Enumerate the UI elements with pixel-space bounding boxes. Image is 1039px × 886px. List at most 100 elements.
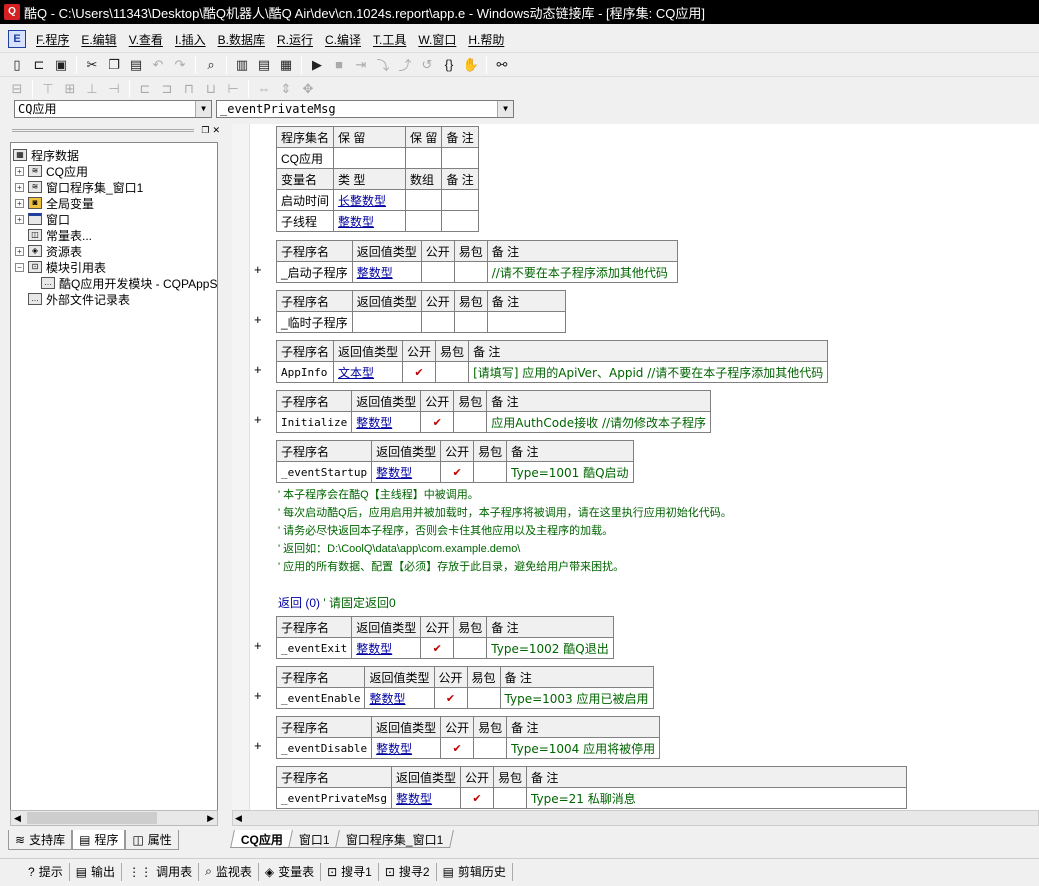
sub-comment-cell[interactable]: Type=1002 酷Q退出 xyxy=(486,637,614,659)
assembly-name-cell[interactable]: CQ应用 xyxy=(275,147,335,169)
stop-icon[interactable]: ■ xyxy=(329,55,349,75)
sub-name-cell[interactable]: AppInfo xyxy=(275,361,335,383)
assembly-select[interactable]: CQ应用 ▼ xyxy=(14,100,212,118)
empty-cell[interactable] xyxy=(453,261,488,283)
scroll-thumb[interactable] xyxy=(27,812,157,824)
sub-comment-cell[interactable]: Type=1003 应用已被启用 xyxy=(499,687,654,709)
tab-properties[interactable]: ◫ 属性 xyxy=(125,830,179,850)
size-both-icon[interactable]: ✥ xyxy=(298,79,318,99)
tree-item-constants[interactable]: ◫ 常量表... xyxy=(28,227,92,243)
public-check[interactable]: ✔ xyxy=(440,461,475,483)
expand-icon[interactable]: + xyxy=(15,214,24,224)
sub-comment-cell[interactable]: 应用AuthCode接收 //请勿修改本子程序 xyxy=(486,411,712,433)
open-folder-icon[interactable]: ⊏ xyxy=(29,55,49,75)
menu-database[interactable]: B.数据库 xyxy=(212,31,271,48)
size-v-icon[interactable]: ⇕ xyxy=(276,79,296,99)
public-check[interactable]: ✔ xyxy=(433,687,468,709)
space-v-icon[interactable]: ⊔ xyxy=(201,79,221,99)
scroll-left-icon[interactable]: ◀ xyxy=(235,813,242,824)
code-comment[interactable]: ' 本子程序会在酷Q【主线程】中被调用。 xyxy=(278,486,479,502)
hint-button[interactable]: ? 提示 xyxy=(22,862,70,881)
binoculars-icon[interactable]: ⚯ xyxy=(492,55,512,75)
sub-type-cell[interactable]: 整数型 xyxy=(371,737,442,759)
scroll-right-icon[interactable]: ▶ xyxy=(207,813,214,824)
copy-icon[interactable]: ❐ xyxy=(104,55,124,75)
return-statement[interactable]: 返回 (0) ' 请固定返回0 xyxy=(278,594,396,611)
expand-plus-icon[interactable]: + xyxy=(254,638,262,653)
subroutine-select[interactable]: _eventPrivateMsg ▼ xyxy=(216,100,514,118)
code-editor[interactable]: 程序集名 保 留 保 留 备 注 CQ应用 变量名 类 型 数组 备 注 启动时… xyxy=(232,124,1039,810)
redo-icon[interactable]: ↷ xyxy=(170,55,190,75)
clip-history-button[interactable]: ▤ 剪辑历史 xyxy=(437,862,513,881)
sub-comment-cell[interactable]: //请不要在本子程序添加其他代码 xyxy=(486,261,678,283)
code-comment[interactable]: ' 每次启动酷Q后，应用启用并被加载时，本子程序将被调用，请在这里执行应用初始化… xyxy=(278,504,732,520)
empty-cell[interactable] xyxy=(486,311,566,333)
menu-view[interactable]: V.查看 xyxy=(123,31,169,48)
space-h-icon[interactable]: ⊓ xyxy=(179,79,199,99)
variables-button[interactable]: ◈ 变量表 xyxy=(259,862,322,881)
sub-name-cell[interactable]: _临时子程序 xyxy=(276,311,353,333)
tree-scrollbar[interactable]: ◀ ▶ xyxy=(10,810,218,826)
public-check[interactable]: ✔ xyxy=(420,411,455,433)
run-icon[interactable]: ▶ xyxy=(307,55,327,75)
sub-comment-cell[interactable]: Type=1004 应用将被停用 xyxy=(506,737,661,759)
tab-cq-app[interactable]: CQ应用 xyxy=(230,830,294,848)
sub-comment-cell[interactable]: Type=21 私聊消息 xyxy=(526,787,908,809)
search2-button[interactable]: ⊡ 搜寻2 xyxy=(379,862,437,881)
hand-icon[interactable]: ✋ xyxy=(461,55,481,75)
sub-comment-cell[interactable]: Type=1001 酷Q启动 xyxy=(506,461,634,483)
public-check[interactable] xyxy=(420,261,455,283)
step-out-icon[interactable]: ⤴ xyxy=(395,55,415,75)
public-check[interactable]: ✔ xyxy=(459,787,495,809)
collapse-icon[interactable]: − xyxy=(15,262,24,272)
expand-plus-icon[interactable]: + xyxy=(254,312,262,327)
sub-name-cell[interactable]: _eventPrivateMsg xyxy=(276,787,392,809)
empty-cell[interactable] xyxy=(441,189,479,211)
code-comment[interactable]: ' 返回如：D:\CoolQ\data\app\com.example.demo… xyxy=(278,540,520,556)
empty-cell[interactable] xyxy=(351,311,422,333)
layout-3-icon[interactable]: ▦ xyxy=(276,55,296,75)
align-center-icon[interactable]: ⊞ xyxy=(60,79,80,99)
tree-item-cq-module[interactable]: … 酷Q应用开发模块 - CQPAppS xyxy=(41,275,217,291)
tree-root[interactable]: ▦ 程序数据 xyxy=(13,147,79,163)
var-type-cell[interactable]: 长整数型 xyxy=(333,189,407,211)
menu-run[interactable]: R.运行 xyxy=(271,31,319,48)
sub-type-cell[interactable]: 整数型 xyxy=(351,261,422,283)
tree-item-window-assembly[interactable]: + ≋ 窗口程序集_窗口1 xyxy=(15,179,143,195)
sub-name-cell[interactable]: _eventExit xyxy=(275,637,353,659)
var-type-cell[interactable]: 整数型 xyxy=(333,210,407,232)
call-table-button[interactable]: ⋮⋮ 调用表 xyxy=(122,862,200,881)
align-bottom-icon[interactable]: ⊥ xyxy=(82,79,102,99)
cut-icon[interactable]: ✂ xyxy=(82,55,102,75)
sub-type-cell[interactable]: 文本型 xyxy=(333,361,404,383)
panel-grip[interactable] xyxy=(12,128,195,132)
step-into-icon[interactable]: ⤵ xyxy=(373,55,393,75)
paste-icon[interactable]: ▤ xyxy=(126,55,146,75)
expand-plus-icon[interactable]: + xyxy=(254,412,262,427)
size-h-icon[interactable]: ⇔ xyxy=(254,79,274,99)
public-check[interactable]: ✔ xyxy=(402,361,437,383)
watch-button[interactable]: ⌕ 监视表 xyxy=(199,862,259,881)
menu-program[interactable]: F.程序 xyxy=(30,31,75,48)
empty-cell[interactable] xyxy=(405,189,443,211)
expand-icon[interactable]: + xyxy=(15,246,24,256)
step-over-icon[interactable]: ↺ xyxy=(417,55,437,75)
expand-icon[interactable]: + xyxy=(15,182,24,192)
empty-cell[interactable] xyxy=(453,637,488,659)
var-name-cell[interactable]: 启动时间 xyxy=(275,189,335,211)
public-check[interactable]: ✔ xyxy=(440,737,475,759)
tree-item-external-files[interactable]: … 外部文件记录表 xyxy=(28,291,130,307)
search1-button[interactable]: ⊡ 搜寻1 xyxy=(321,862,379,881)
expand-plus-icon[interactable]: + xyxy=(254,688,262,703)
code-comment[interactable]: ' 应用的所有数据、配置【必须】存放于此目录，避免给用户带来困扰。 xyxy=(278,558,624,574)
same-width-icon[interactable]: ⊏ xyxy=(135,79,155,99)
menu-tools[interactable]: T.工具 xyxy=(367,31,412,48)
menu-compile[interactable]: C.编译 xyxy=(319,31,367,48)
align-top-icon[interactable]: ⊤ xyxy=(38,79,58,99)
ide-logo-icon[interactable]: E xyxy=(8,30,26,48)
expand-plus-icon[interactable]: + xyxy=(254,738,262,753)
sub-type-cell[interactable]: 整数型 xyxy=(371,461,442,483)
step-icon[interactable]: ⇥ xyxy=(351,55,371,75)
menu-edit[interactable]: E.编辑 xyxy=(75,31,122,48)
empty-cell[interactable] xyxy=(333,147,407,169)
